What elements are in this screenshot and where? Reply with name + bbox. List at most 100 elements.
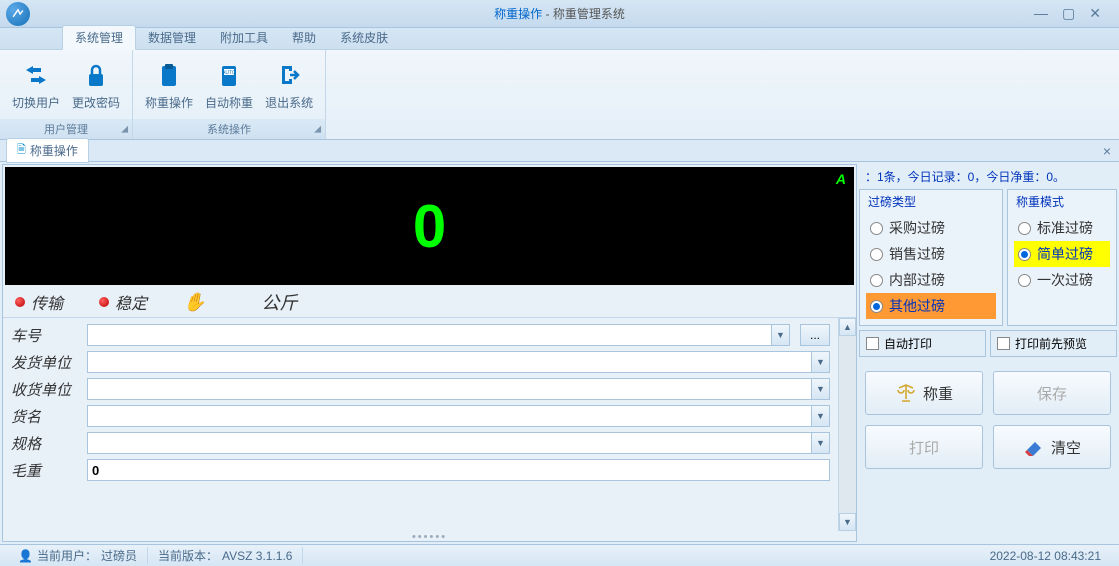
label-goods: 货名	[11, 406, 81, 427]
dropdown-button[interactable]: ▼	[812, 351, 830, 373]
maximize-button[interactable]: ▢	[1062, 5, 1075, 22]
change-password-button[interactable]: 更改密码	[66, 54, 126, 115]
group-launcher-icon[interactable]: ◢	[121, 124, 128, 135]
resize-handle[interactable]: ••••••	[3, 531, 856, 541]
dropdown-button[interactable]: ▼	[812, 405, 830, 427]
ribbon-group-user: 切换用户 更改密码 用户管理◢	[0, 50, 133, 139]
ribbon-group-system-ops: 称重操作 AUTO 自动称重 退出系统 系统操作◢	[133, 50, 326, 139]
auto-weigh-button[interactable]: AUTO 自动称重	[199, 54, 259, 115]
type-option-other[interactable]: 其他过磅	[866, 293, 996, 319]
document-tabs: 🗎 称重操作 ×	[0, 140, 1119, 162]
window-title: 称重操作 - 称重管理系统	[494, 5, 625, 22]
browse-button[interactable]: ...	[800, 324, 830, 346]
radio-icon	[1018, 222, 1031, 235]
ribbon-group-label: 用户管理◢	[0, 119, 132, 139]
goods-input[interactable]	[87, 405, 812, 427]
menu-tab-skin[interactable]: 系统皮肤	[328, 26, 400, 49]
weigh-type-box: 过磅类型 采购过磅 销售过磅 内部过磅 其他过磅	[859, 189, 1003, 326]
status-user: 👤 当前用户：过磅员	[8, 547, 148, 564]
gross-weight-input[interactable]	[87, 459, 830, 481]
scroll-down-button[interactable]: ▼	[839, 513, 856, 531]
title-bar: 称重操作 - 称重管理系统 — ▢ ✕	[0, 0, 1119, 28]
menu-tab-data[interactable]: 数据管理	[136, 26, 208, 49]
auto-print-checkbox[interactable]: 自动打印	[859, 330, 986, 357]
label-shipper: 发货单位	[11, 352, 81, 373]
radio-icon	[870, 274, 883, 287]
left-panel: 0 A 传输 稳定 ✋ 公斤 车号 ▼ ... 发货单位 ▼ 收货单位	[2, 164, 857, 542]
weigh-button[interactable]: 称重	[865, 371, 983, 415]
radio-icon	[1018, 274, 1031, 287]
weight-display: 0 A	[5, 167, 854, 285]
ribbon-group-label: 系统操作◢	[133, 119, 325, 139]
label-gross: 毛重	[11, 460, 81, 481]
indicator-row: 传输 稳定 ✋ 公斤	[3, 287, 856, 317]
form-scrollbar[interactable]: ▲ ▼	[838, 318, 856, 531]
switch-user-button[interactable]: 切换用户	[6, 54, 66, 115]
spec-input[interactable]	[87, 432, 812, 454]
shipper-input[interactable]	[87, 351, 812, 373]
menu-bar: 系统管理 数据管理 附加工具 帮助 系统皮肤	[0, 28, 1119, 50]
radio-icon	[870, 300, 883, 313]
menu-tab-help[interactable]: 帮助	[280, 26, 328, 49]
mode-option-once[interactable]: 一次过磅	[1014, 267, 1110, 293]
type-option-internal[interactable]: 内部过磅	[866, 267, 996, 293]
status-datetime: 2022-08-12 08:43:21	[980, 549, 1111, 563]
right-panel: ：1条，今日记录：0，今日净重：0。 过磅类型 采购过磅 销售过磅 内部过磅 其…	[859, 164, 1117, 542]
mode-option-simple[interactable]: 简单过磅	[1014, 241, 1110, 267]
vehicle-input[interactable]	[87, 324, 772, 346]
radio-icon	[870, 248, 883, 261]
status-version: 当前版本：AVSZ 3.1.1.6	[148, 547, 304, 564]
auto-clipboard-icon: AUTO	[212, 58, 246, 92]
label-spec: 规格	[11, 433, 81, 454]
scroll-up-button[interactable]: ▲	[839, 318, 856, 336]
exit-icon	[272, 58, 306, 92]
weight-value: 0	[413, 192, 446, 261]
dropdown-button[interactable]: ▼	[772, 324, 790, 346]
hand-icon: ✋	[183, 292, 205, 313]
unit-label: 公斤	[261, 289, 297, 315]
led-icon	[99, 297, 109, 307]
label-receiver: 收货单位	[11, 379, 81, 400]
app-logo-icon	[6, 2, 30, 26]
weigh-mode-box: 称重模式 标准过磅 简单过磅 一次过磅	[1007, 189, 1117, 326]
checkbox-icon	[997, 337, 1010, 350]
print-button[interactable]: 打印	[865, 425, 983, 469]
dropdown-button[interactable]: ▼	[812, 378, 830, 400]
stable-indicator: 稳定	[99, 290, 147, 314]
menu-tab-system[interactable]: 系统管理	[62, 25, 136, 50]
document-icon: 🗎	[17, 141, 26, 160]
svg-text:AUTO: AUTO	[222, 70, 236, 76]
ribbon: 切换用户 更改密码 用户管理◢ 称重操作 AUTO 自动称重 退出系统 系统操作…	[0, 50, 1119, 140]
user-icon: 👤	[18, 549, 33, 563]
scale-icon	[895, 382, 917, 404]
clipboard-icon	[152, 58, 186, 92]
hand-indicator: ✋	[183, 292, 205, 313]
close-button[interactable]: ✕	[1089, 5, 1101, 22]
save-button[interactable]: 保存	[993, 371, 1111, 415]
display-channel: A	[836, 171, 846, 187]
label-vehicle: 车号	[11, 325, 81, 346]
radio-icon	[870, 222, 883, 235]
clear-button[interactable]: 清空	[993, 425, 1111, 469]
doc-tab-weigh[interactable]: 🗎 称重操作	[6, 138, 89, 163]
receiver-input[interactable]	[87, 378, 812, 400]
minimize-button[interactable]: —	[1034, 5, 1048, 22]
weigh-op-button[interactable]: 称重操作	[139, 54, 199, 115]
radio-icon	[1018, 248, 1031, 261]
switch-user-icon	[19, 58, 53, 92]
transfer-indicator: 传输	[15, 290, 63, 314]
group-launcher-icon[interactable]: ◢	[314, 124, 321, 135]
doc-close-button[interactable]: ×	[1103, 143, 1111, 159]
summary-text: ：1条，今日记录：0，今日净重：0。	[859, 164, 1117, 189]
preview-checkbox[interactable]: 打印前先预览	[990, 330, 1117, 357]
exit-button[interactable]: 退出系统	[259, 54, 319, 115]
type-option-purchase[interactable]: 采购过磅	[866, 215, 996, 241]
lock-icon	[79, 58, 113, 92]
form-fields: 车号 ▼ ... 发货单位 ▼ 收货单位 ▼ 货名 ▼ 规格	[3, 318, 838, 531]
mode-option-standard[interactable]: 标准过磅	[1014, 215, 1110, 241]
dropdown-button[interactable]: ▼	[812, 432, 830, 454]
status-bar: 👤 当前用户：过磅员 当前版本：AVSZ 3.1.1.6 2022-08-12 …	[0, 544, 1119, 566]
menu-tab-tools[interactable]: 附加工具	[208, 26, 280, 49]
type-option-sales[interactable]: 销售过磅	[866, 241, 996, 267]
checkbox-icon	[866, 337, 879, 350]
